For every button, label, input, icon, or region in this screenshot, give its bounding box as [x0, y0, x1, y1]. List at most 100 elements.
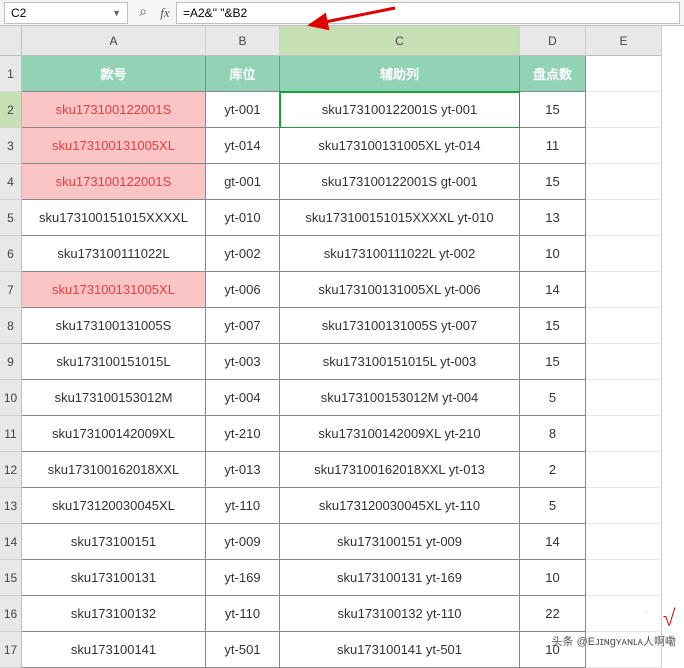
column-header-A[interactable]: A	[22, 26, 206, 56]
cell-D3[interactable]: 11	[520, 128, 586, 164]
cell-D5[interactable]: 13	[520, 200, 586, 236]
row-header-13[interactable]: 13	[0, 488, 22, 524]
chevron-down-icon[interactable]: ▼	[112, 8, 121, 18]
cell-A5[interactable]: sku173100151015XXXXL	[22, 200, 206, 236]
cell-D11[interactable]: 8	[520, 416, 586, 452]
cell-B6[interactable]: yt-002	[206, 236, 280, 272]
cell-B2[interactable]: yt-001	[206, 92, 280, 128]
cell-D16[interactable]: 22	[520, 596, 586, 632]
cell-B10[interactable]: yt-004	[206, 380, 280, 416]
cell-C14[interactable]: sku173100151 yt-009	[280, 524, 520, 560]
cell-A3[interactable]: sku173100131005XL	[22, 128, 206, 164]
cell-C3[interactable]: sku173100131005XL yt-014	[280, 128, 520, 164]
cell-A11[interactable]: sku173100142009XL	[22, 416, 206, 452]
cell-E7[interactable]	[586, 272, 662, 308]
row-header-2[interactable]: 2	[0, 92, 22, 128]
cell-D2[interactable]: 15	[520, 92, 586, 128]
cell-A15[interactable]: sku173100131	[22, 560, 206, 596]
cell-B8[interactable]: yt-007	[206, 308, 280, 344]
column-header-C[interactable]: C	[280, 26, 520, 56]
cell-D7[interactable]: 14	[520, 272, 586, 308]
row-header-4[interactable]: 4	[0, 164, 22, 200]
header-cell-E[interactable]	[586, 56, 662, 92]
column-header-E[interactable]: E	[586, 26, 662, 56]
cell-E5[interactable]	[586, 200, 662, 236]
cell-C16[interactable]: sku173100132 yt-110	[280, 596, 520, 632]
row-header-10[interactable]: 10	[0, 380, 22, 416]
cell-E6[interactable]	[586, 236, 662, 272]
row-header-6[interactable]: 6	[0, 236, 22, 272]
cell-E3[interactable]	[586, 128, 662, 164]
cell-C15[interactable]: sku173100131 yt-169	[280, 560, 520, 596]
cell-B17[interactable]: yt-501	[206, 632, 280, 668]
cell-C5[interactable]: sku173100151015XXXXL yt-010	[280, 200, 520, 236]
cell-E17[interactable]	[586, 632, 662, 668]
row-header-16[interactable]: 16	[0, 596, 22, 632]
cell-A9[interactable]: sku173100151015L	[22, 344, 206, 380]
cell-B7[interactable]: yt-006	[206, 272, 280, 308]
cell-A8[interactable]: sku173100131005S	[22, 308, 206, 344]
cell-A2[interactable]: sku173100122001S	[22, 92, 206, 128]
cell-A13[interactable]: sku173120030045XL	[22, 488, 206, 524]
cell-A10[interactable]: sku173100153012M	[22, 380, 206, 416]
cell-A17[interactable]: sku173100141	[22, 632, 206, 668]
cell-C6[interactable]: sku173100111022L yt-002	[280, 236, 520, 272]
cell-C7[interactable]: sku173100131005XL yt-006	[280, 272, 520, 308]
row-header-12[interactable]: 12	[0, 452, 22, 488]
header-cell-D[interactable]: 盘点数	[520, 56, 586, 92]
cell-E13[interactable]	[586, 488, 662, 524]
zoom-icon[interactable]: ⌕	[132, 5, 154, 21]
cell-D9[interactable]: 15	[520, 344, 586, 380]
cell-C13[interactable]: sku173120030045XL yt-110	[280, 488, 520, 524]
cell-A6[interactable]: sku173100111022L	[22, 236, 206, 272]
cell-D17[interactable]: 10	[520, 632, 586, 668]
row-header-11[interactable]: 11	[0, 416, 22, 452]
cell-B9[interactable]: yt-003	[206, 344, 280, 380]
cell-D14[interactable]: 14	[520, 524, 586, 560]
row-header-8[interactable]: 8	[0, 308, 22, 344]
row-header-3[interactable]: 3	[0, 128, 22, 164]
cell-A4[interactable]: sku173100122001S	[22, 164, 206, 200]
row-header-14[interactable]: 14	[0, 524, 22, 560]
cell-E10[interactable]	[586, 380, 662, 416]
formula-input[interactable]: =A2&" "&B2	[176, 2, 680, 24]
cell-E9[interactable]	[586, 344, 662, 380]
row-header-1[interactable]: 1	[0, 56, 22, 92]
cell-E12[interactable]	[586, 452, 662, 488]
cell-D6[interactable]: 10	[520, 236, 586, 272]
cell-B16[interactable]: yt-110	[206, 596, 280, 632]
row-header-9[interactable]: 9	[0, 344, 22, 380]
column-header-D[interactable]: D	[520, 26, 586, 56]
cell-B13[interactable]: yt-110	[206, 488, 280, 524]
row-header-15[interactable]: 15	[0, 560, 22, 596]
cell-C17[interactable]: sku173100141 yt-501	[280, 632, 520, 668]
cell-D12[interactable]: 2	[520, 452, 586, 488]
cell-C12[interactable]: sku173100162018XXL yt-013	[280, 452, 520, 488]
cell-D8[interactable]: 15	[520, 308, 586, 344]
cell-B4[interactable]: gt-001	[206, 164, 280, 200]
cell-B14[interactable]: yt-009	[206, 524, 280, 560]
cell-E14[interactable]	[586, 524, 662, 560]
cell-C2[interactable]: sku173100122001S yt-001	[280, 92, 520, 128]
cell-A16[interactable]: sku173100132	[22, 596, 206, 632]
header-cell-C[interactable]: 辅助列	[280, 56, 520, 92]
cell-E4[interactable]	[586, 164, 662, 200]
cell-C11[interactable]: sku173100142009XL yt-210	[280, 416, 520, 452]
row-header-7[interactable]: 7	[0, 272, 22, 308]
cell-B12[interactable]: yt-013	[206, 452, 280, 488]
cell-B5[interactable]: yt-010	[206, 200, 280, 236]
cell-D4[interactable]: 15	[520, 164, 586, 200]
cell-B15[interactable]: yt-169	[206, 560, 280, 596]
row-header-5[interactable]: 5	[0, 200, 22, 236]
column-header-B[interactable]: B	[206, 26, 280, 56]
name-box[interactable]: C2 ▼	[4, 2, 128, 24]
cell-E8[interactable]	[586, 308, 662, 344]
cell-D15[interactable]: 10	[520, 560, 586, 596]
cell-A12[interactable]: sku173100162018XXL	[22, 452, 206, 488]
header-cell-A[interactable]: 款号	[22, 56, 206, 92]
select-all-corner[interactable]	[0, 26, 22, 56]
cell-A7[interactable]: sku173100131005XL	[22, 272, 206, 308]
cell-E2[interactable]	[586, 92, 662, 128]
cell-A14[interactable]: sku173100151	[22, 524, 206, 560]
cell-D13[interactable]: 5	[520, 488, 586, 524]
